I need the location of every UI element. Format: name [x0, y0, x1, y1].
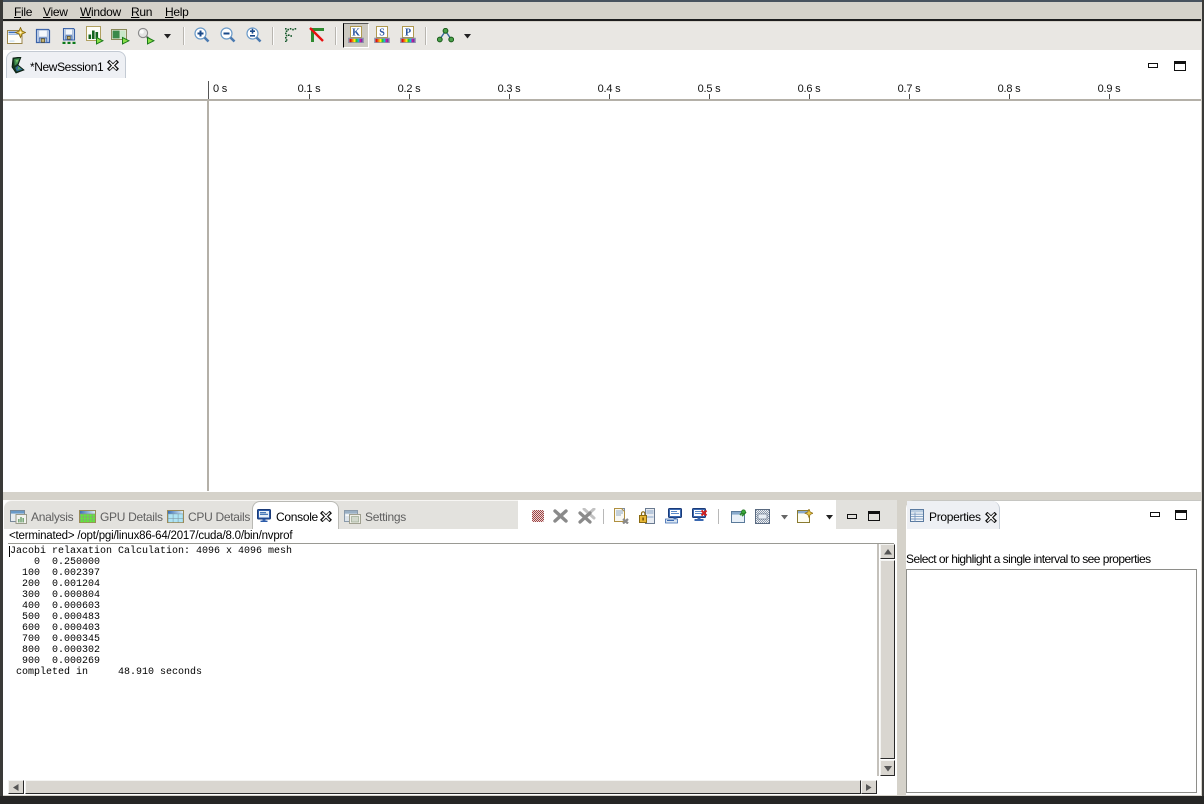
- svg-text:K: K: [352, 28, 360, 39]
- svg-text:S: S: [379, 28, 385, 39]
- svg-text:P: P: [405, 28, 411, 39]
